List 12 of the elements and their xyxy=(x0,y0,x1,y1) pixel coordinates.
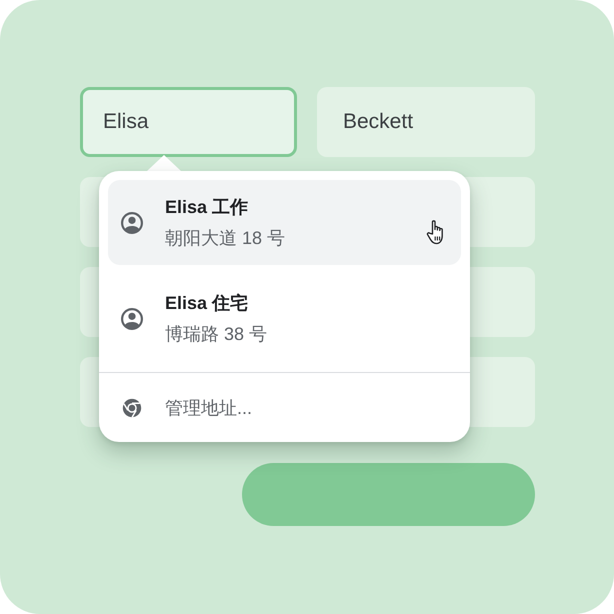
suggestion-address: 朝阳大道 18 号 xyxy=(165,227,286,249)
suggestion-item[interactable]: Elisa 住宅 博瑞路 38 号 xyxy=(108,276,461,361)
input-field[interactable]: Beckett xyxy=(317,87,535,157)
manage-addresses-link[interactable]: 管理地址... xyxy=(108,373,461,442)
account-circle-icon xyxy=(121,212,143,234)
browser-logo-icon xyxy=(121,396,143,418)
input-field[interactable]: Elisa xyxy=(80,87,297,157)
suggestion-title: Elisa 工作 xyxy=(165,196,248,218)
account-circle-icon xyxy=(121,308,143,330)
suggestion-address: 博瑞路 38 号 xyxy=(165,323,268,345)
suggestion-title: Elisa 住宅 xyxy=(165,292,248,314)
suggestion-item[interactable]: Elisa 工作 朝阳大道 18 号 xyxy=(108,180,461,265)
